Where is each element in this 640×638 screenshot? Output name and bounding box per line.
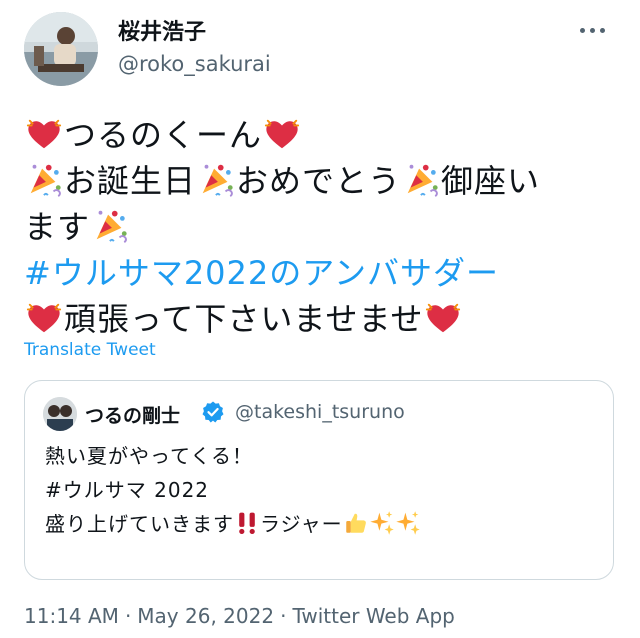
tweet-source[interactable]: Twitter Web App [292, 604, 454, 628]
party-popper-icon [402, 161, 440, 199]
dot [590, 27, 595, 33]
separator: · [124, 604, 132, 628]
tweet-line-2: お誕生日 おめでとう 御座い [24, 158, 624, 204]
hashtag-link[interactable]: #ウルサマ2022のアンバサダー [24, 254, 499, 292]
translate-tweet-link[interactable]: Translate Tweet [24, 340, 156, 360]
red-heart-icon [25, 299, 63, 337]
tweet-line-3: ます [24, 204, 624, 250]
tweet-text-segment: ます [24, 208, 91, 246]
quoted-avatar-photo-icon [43, 397, 77, 431]
quoted-text-segment: 盛り上げていきます [45, 512, 234, 536]
quoted-tweet[interactable]: つるの剛士 @takeshi_tsuruno 熱い夏がやってくる！ #ウルサマ … [24, 380, 614, 580]
red-heart-icon [25, 115, 63, 153]
tweet-time[interactable]: 11:14 AM [24, 604, 119, 628]
quoted-line-1: 熱い夏がやってくる！ [45, 444, 253, 468]
tweet-text: つるのくーん お誕生日 おめでとう 御座い ます #ウルサマ2022のアンバサダー … [24, 112, 624, 342]
tweet-text-segment: つるのくーん [64, 116, 263, 154]
verified-badge-icon [202, 401, 224, 423]
party-popper-icon [25, 161, 63, 199]
quoted-line-2: #ウルサマ 2022 [45, 478, 210, 502]
separator: · [280, 604, 287, 628]
red-heart-icon [424, 299, 462, 337]
tweet-line-5: 頑張って下さいませませ [24, 296, 624, 342]
tweet-text-segment: 御座い [441, 162, 541, 200]
tweet-line-4: #ウルサマ2022のアンバサダー [24, 250, 624, 296]
author-display-name[interactable]: 桜井浩子 [118, 14, 206, 46]
thumbs-up-icon [343, 510, 369, 536]
tweet-text-segment: お誕生日 [64, 162, 197, 200]
quoted-text-segment: ラジャー [260, 512, 343, 536]
more-options-icon[interactable] [580, 24, 610, 36]
tweet-date[interactable]: May 26, 2022 [137, 604, 274, 628]
red-heart-icon [263, 115, 301, 153]
quoted-author-display-name: つるの剛士 [85, 405, 181, 427]
dot [580, 27, 585, 33]
sparkles-icon [395, 510, 421, 536]
tweet-text-segment: 頑張って下さいませませ [64, 300, 424, 338]
dot [600, 27, 605, 33]
quoted-line-3: 盛り上げていきます ラジャー [45, 507, 421, 541]
tweet-header: 桜井浩子 @roko_sakurai [24, 10, 616, 86]
quoted-author-handle: @takeshi_tsuruno [235, 401, 405, 423]
author-handle[interactable]: @roko_sakurai [118, 52, 271, 76]
avatar-photo-icon [24, 12, 98, 86]
quoted-author-avatar[interactable] [43, 397, 77, 431]
sparkles-icon [369, 510, 395, 536]
quoted-tweet-text: 熱い夏がやってくる！ #ウルサマ 2022 盛り上げていきます ラジャー [45, 439, 421, 541]
tweet-text-segment: おめでとう [236, 162, 402, 200]
tweet-line-1: つるのくーん [24, 112, 624, 158]
author-avatar[interactable] [24, 12, 98, 86]
party-popper-icon [197, 161, 235, 199]
tweet-metadata: 11:14 AM · May 26, 2022 · Twitter Web App [24, 604, 455, 628]
double-exclamation-icon [234, 510, 260, 536]
party-popper-icon [91, 207, 129, 245]
